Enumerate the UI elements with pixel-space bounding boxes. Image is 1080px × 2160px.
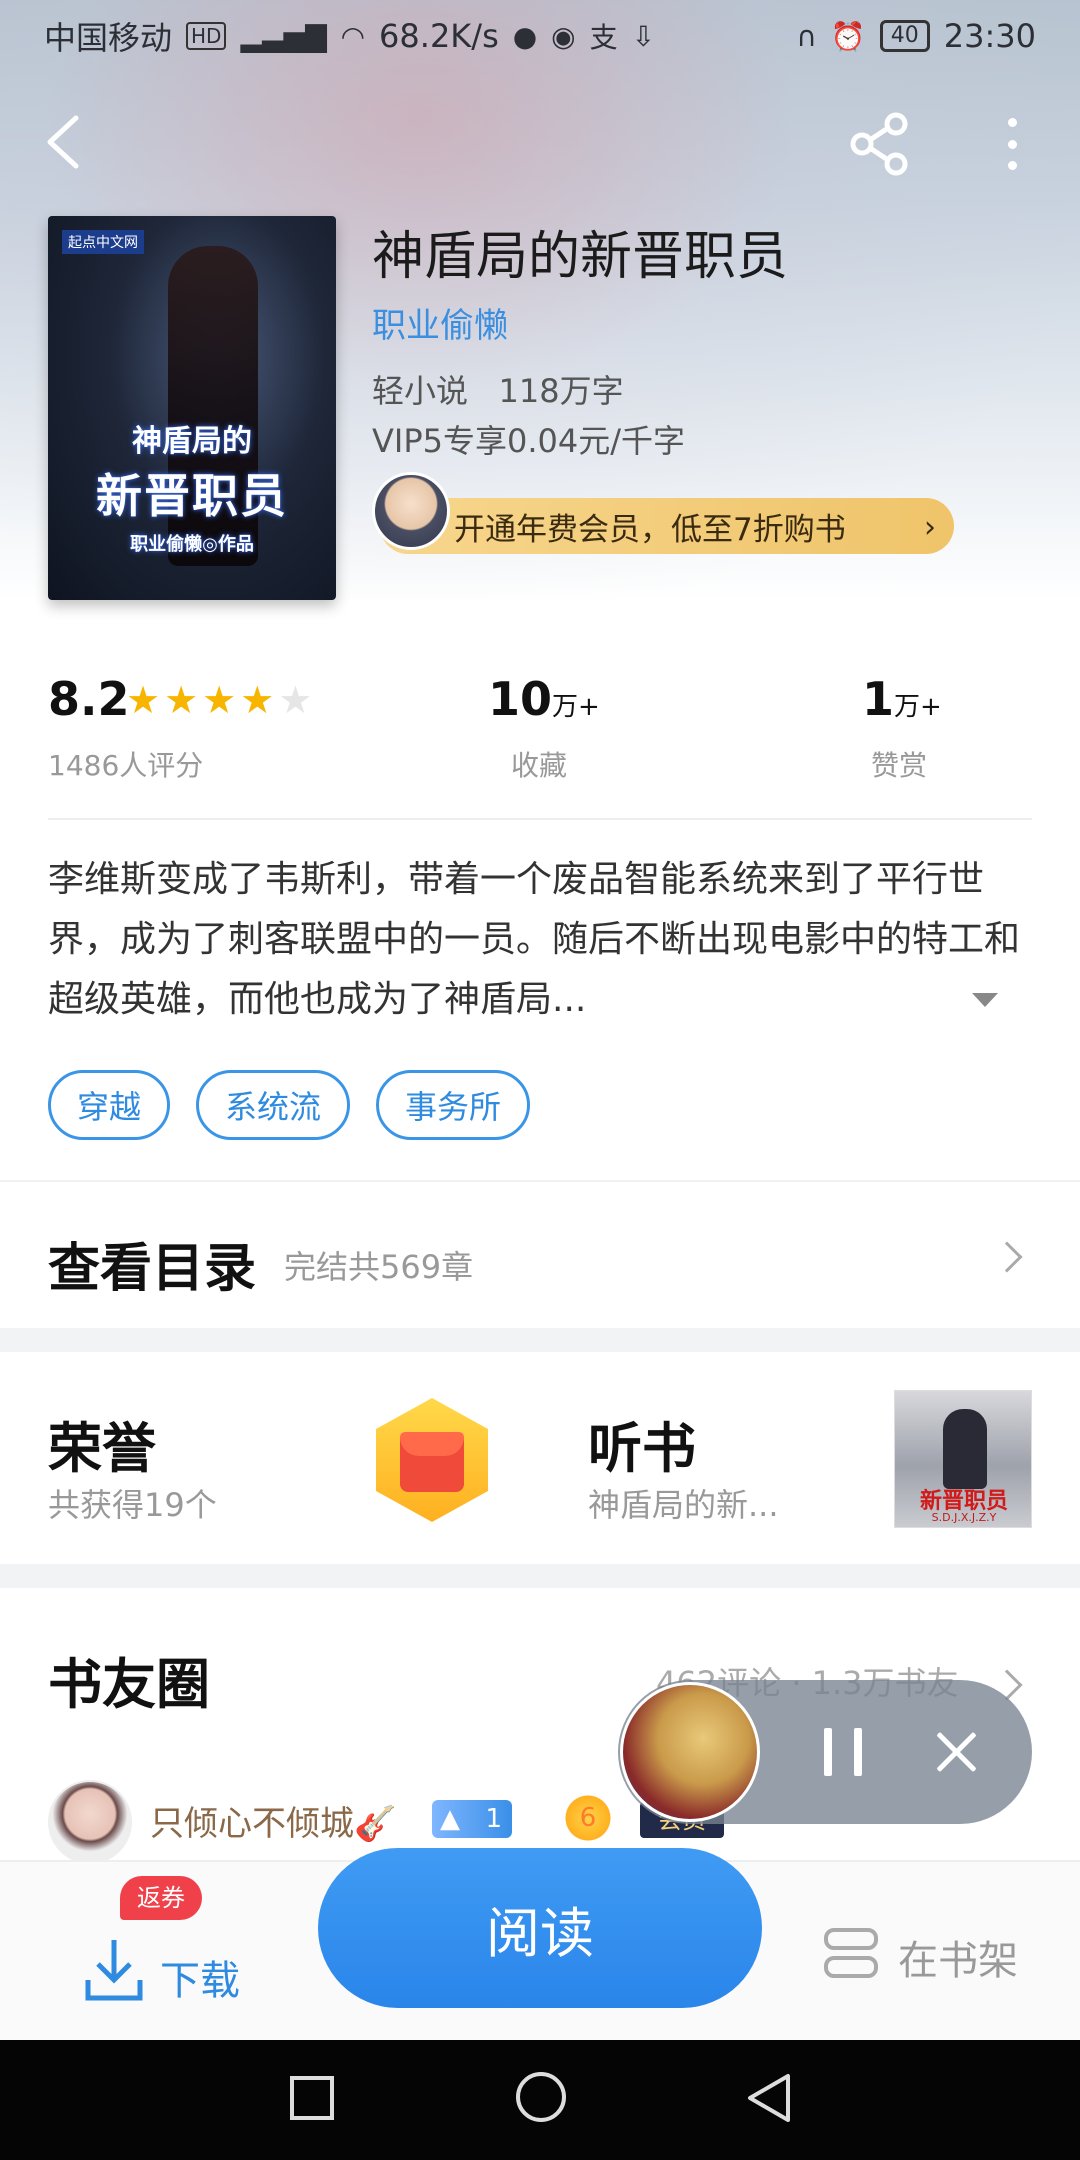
star-icon: ★ (240, 678, 275, 722)
more-dot-icon (1007, 139, 1017, 149)
user-name[interactable]: 只倾心不倾城🎸 (150, 1796, 396, 1845)
wechat-icon: ◉ (551, 19, 576, 53)
favorites-count: 10万+ (488, 672, 600, 726)
favorites-label: 收藏 (511, 749, 568, 782)
wifi-icon: ◠ (340, 19, 366, 53)
book-cover[interactable]: 起点中文网 神盾局的 新晋职员 职业偷懒◎作品 (48, 216, 336, 600)
book-synopsis[interactable]: 李维斯变成了韦斯利，带着一个废品智能系统来到了平行世界，成为了刺客联盟中的一员。… (48, 850, 1038, 1030)
expand-triangle-icon[interactable] (970, 990, 1000, 1010)
more-menu-button[interactable] (992, 112, 1032, 176)
vip-mascot-avatar (372, 472, 450, 550)
tag-chip[interactable]: 系统流 (196, 1070, 351, 1140)
download-button[interactable]: 下载 (84, 1934, 264, 2014)
signal-icon: ▂▃▅▇ (240, 19, 327, 53)
hd-badge: HD (186, 22, 227, 50)
share-button[interactable] (848, 112, 912, 176)
section-separator (0, 1328, 1080, 1352)
recent-apps-button[interactable] (290, 2076, 334, 2120)
clock: 23:30 (943, 17, 1036, 55)
vip-promo-banner[interactable]: 开通年费会员，低至7折购书 › (380, 498, 954, 554)
rewards-count: 1万+ (862, 672, 942, 726)
share-icon (850, 112, 908, 176)
carrier-label: 中国移动 (44, 19, 173, 57)
author-link[interactable]: 职业偷懒 (372, 298, 508, 347)
coupon-badge: 返券 (120, 1876, 202, 1920)
table-of-contents-row[interactable]: 查看目录 完结共569章 (0, 1180, 1080, 1328)
honor-badge-icon (376, 1398, 488, 1522)
read-button[interactable]: 阅读 (318, 1848, 762, 2008)
cover-title-art: 神盾局的 新晋职员 职业偷懒◎作品 (96, 424, 288, 555)
book-title: 神盾局的新晋职员 (372, 227, 789, 287)
floating-audio-player[interactable] (618, 1680, 1032, 1824)
rating-count[interactable]: 1486人评分 (48, 744, 203, 784)
close-player-button[interactable] (932, 1728, 980, 1776)
status-bar: 中国移动 HD ▂▃▅▇ ◠ 68.2K/s ● ◉ 支 ⇩ ∩ ⏰ 40 23… (0, 0, 1080, 72)
alarm-icon: ⏰ (830, 19, 866, 53)
book-price: VIP5专享0.04元/千字 (372, 422, 686, 460)
book-friends-title: 书友圈 (48, 1652, 210, 1716)
flame-icon: ▲ (440, 1804, 460, 1834)
section-separator (0, 1564, 1080, 1588)
chevron-right-icon: › (924, 510, 936, 545)
pause-button[interactable] (822, 1728, 866, 1776)
divider (48, 818, 1032, 820)
vip-promo-label: 开通年费会员，低至7折购书 (454, 511, 846, 548)
listen-book-name: 神盾局的新... (588, 1486, 779, 1524)
toc-chapter-count: 完结共569章 (284, 1248, 474, 1286)
avatar[interactable] (48, 1780, 132, 1864)
tag-chip[interactable]: 事务所 (376, 1070, 531, 1140)
chevron-right-icon (991, 1241, 1023, 1273)
listen-title: 听书 (588, 1416, 696, 1480)
more-dot-icon (1007, 161, 1017, 170)
audiobook-cover: 新晋职员 S.D.J.X.J.Z.Y (894, 1390, 1032, 1528)
download-status-icon: ⇩ (631, 19, 656, 53)
battery-icon: 40 (879, 20, 930, 52)
tag-list: 穿越 系统流 事务所 (48, 1070, 531, 1140)
qq-icon: ● (512, 19, 538, 53)
rating-score: 8.2 (48, 672, 130, 726)
fan-level-badge: ▲ 1 (432, 1800, 512, 1838)
network-speed: 68.2K/s (379, 17, 499, 55)
star-empty-icon: ★ (278, 678, 313, 722)
cover-publisher-logo: 起点中文网 (62, 230, 144, 254)
system-back-button[interactable] (744, 2072, 794, 2124)
back-button[interactable] (38, 112, 98, 172)
star-icon: ★ (164, 678, 199, 722)
bookshelf-button[interactable]: 在书架 (822, 1920, 1032, 1990)
rewards-label: 赞赏 (871, 749, 928, 782)
tag-chip[interactable]: 穿越 (48, 1070, 171, 1140)
more-dot-icon (1007, 118, 1017, 127)
headset-icon: ∩ (796, 19, 817, 53)
star-icon: ★ (202, 678, 237, 722)
system-navigation-bar (0, 2040, 1080, 2160)
back-arrow-icon (47, 115, 79, 169)
home-button[interactable] (516, 2072, 566, 2122)
alipay-icon: 支 (589, 21, 618, 54)
star-icon: ★ (126, 678, 161, 722)
medal-badge: 6 (560, 1794, 616, 1842)
bookshelf-icon (824, 1928, 878, 1978)
honor-count: 共获得19个 (48, 1486, 217, 1524)
toc-title: 查看目录 (48, 1238, 257, 1299)
download-label: 下载 (160, 1958, 240, 2004)
book-category-wordcount: 轻小说 118万字 (372, 372, 624, 410)
honor-title: 荣誉 (48, 1416, 156, 1480)
audio-disc-thumbnail[interactable] (620, 1682, 760, 1822)
bookshelf-label: 在书架 (898, 1938, 1018, 1984)
rating-stars: ★ ★ ★ ★ ★ (126, 680, 312, 720)
download-icon (85, 1940, 143, 2001)
